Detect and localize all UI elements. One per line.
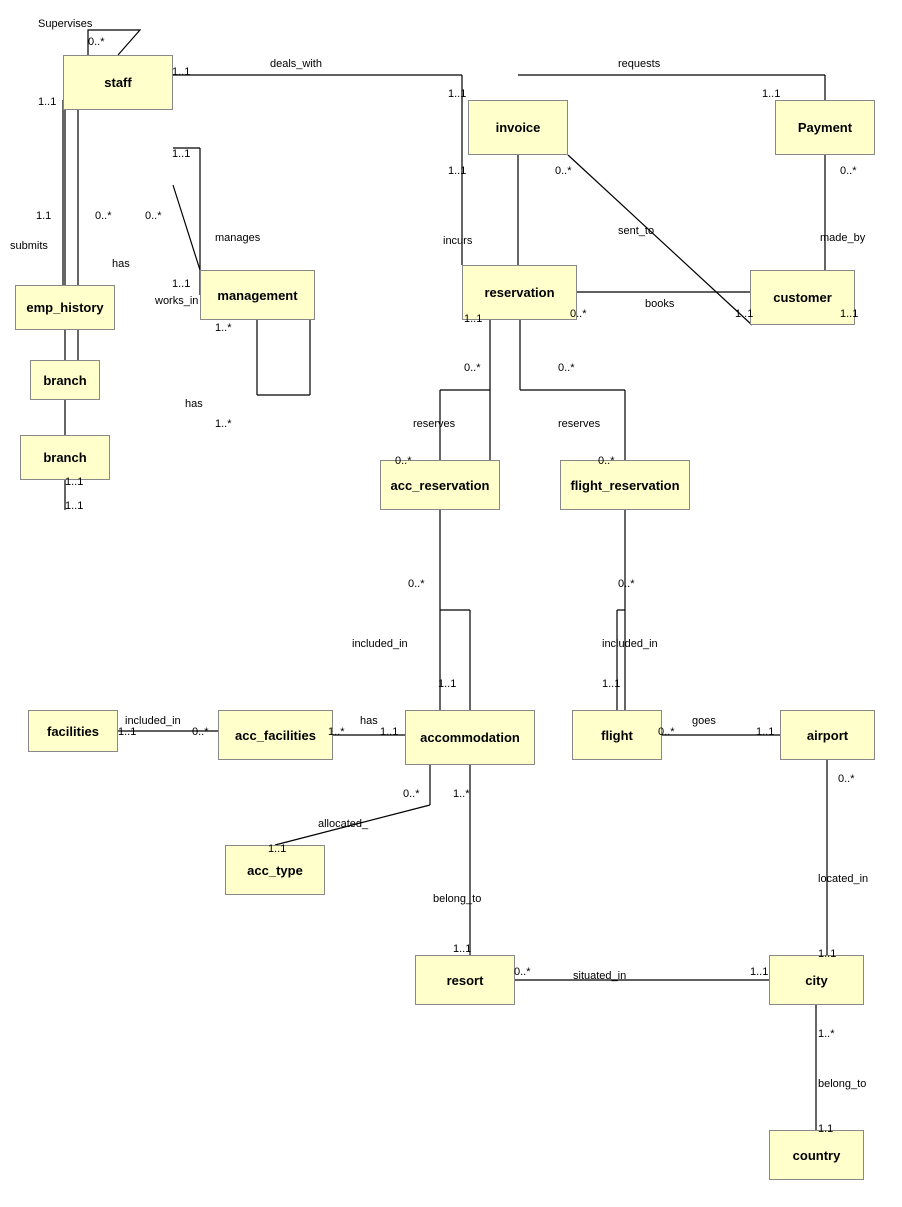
label-1star-country: 1..* [818, 1028, 835, 1040]
entity-acc-reservation: acc_reservation [380, 460, 500, 510]
label-1star-mgmt: 1..* [215, 322, 232, 334]
entity-invoice: invoice [468, 100, 568, 155]
label-works-in: works_in [155, 295, 198, 307]
label-11-country: 1.1 [818, 1123, 833, 1135]
label-manages: manages [215, 232, 260, 244]
label-reserves-acc: reserves [413, 418, 455, 430]
label-located-in: located_in [818, 873, 868, 885]
label-allocated: allocated_ [318, 818, 368, 830]
label-11-facilities: 1..1 [118, 726, 136, 738]
label-goes: goes [692, 715, 716, 727]
label-requests: requests [618, 58, 660, 70]
label-11-city2: 1..1 [818, 948, 836, 960]
label-11-invoice-lower: 1..1 [448, 165, 466, 177]
entity-flight: flight [572, 710, 662, 760]
label-11-customer-right: 1..1 [840, 308, 858, 320]
label-belong-to-acc: belong_to [433, 893, 481, 905]
label-11-staff-right: 1..1 [172, 66, 190, 78]
label-11-staff-left: 1..1 [38, 96, 56, 108]
label-made-by: made_by [820, 232, 865, 244]
label-11-reservation: 1..1 [464, 313, 482, 325]
label-11-city: 1..1 [750, 966, 768, 978]
label-situated-in: situated_in [573, 970, 626, 982]
label-has-acc-fac: has [360, 715, 378, 727]
label-included-in-flight: included_in [602, 638, 658, 650]
label-reserves-flight: reserves [558, 418, 600, 430]
label-incurs: incurs [443, 235, 472, 247]
entity-resort: resort [415, 955, 515, 1005]
label-belong-to-country: belong_to [818, 1078, 866, 1090]
label-1star-mgmt2: 1..* [215, 418, 232, 430]
label-11-customer-left: 1..1 [735, 308, 753, 320]
label-11-acc: 1..1 [438, 678, 456, 690]
label-1star-acc-fac: 1..* [328, 726, 345, 738]
label-11-branch: 1..1 [65, 476, 83, 488]
label-0star-acc-res-lower: 0..* [408, 578, 425, 590]
label-0star-acc2: 0..* [403, 788, 420, 800]
label-included-in-acc: included_in [352, 638, 408, 650]
uml-diagram: staff emp_history branch branch manageme… [0, 0, 902, 1207]
entity-airport: airport [780, 710, 875, 760]
entity-accommodation: accommodation [405, 710, 535, 765]
label-included-in-fac: included_in [125, 715, 181, 727]
entity-flight-reservation: flight_reservation [560, 460, 690, 510]
entity-reservation: reservation [462, 265, 577, 320]
label-1star-acc2: 1..* [453, 788, 470, 800]
label-0star-flight2: 0..* [658, 726, 675, 738]
connection-lines [0, 0, 902, 1207]
label-0star-resort: 0..* [514, 966, 531, 978]
entity-city: city [769, 955, 864, 1005]
label-11-payment: 1..1 [762, 88, 780, 100]
entity-management: management [200, 270, 315, 320]
entity-facilities: facilities [28, 710, 118, 752]
label-supervises: Supervises [38, 18, 92, 30]
entity-country: country [769, 1130, 864, 1180]
label-11-branch-lower: 1..1 [65, 500, 83, 512]
label-sent-to: sent_to [618, 225, 654, 237]
label-0star-branch: 0..* [145, 210, 162, 222]
label-11-staff-emp: 1.1 [36, 210, 51, 222]
label-0star-flight-res-lower: 0..* [618, 578, 635, 590]
label-deals-with: deals_with [270, 58, 322, 70]
label-11-acc-type: 1..1 [268, 843, 286, 855]
label-11-resort: 1..1 [453, 943, 471, 955]
label-has-mgmt: has [185, 398, 203, 410]
label-0star-1: 0..* [88, 36, 105, 48]
label-0star-emp: 0..* [95, 210, 112, 222]
label-0star-airport: 0..* [838, 773, 855, 785]
label-0star-payment: 0..* [840, 165, 857, 177]
label-submits: submits [10, 240, 48, 252]
label-11-mgmt-upper: 1..1 [172, 278, 190, 290]
label-0star-res-lower: 0..* [464, 362, 481, 374]
entity-acc-facilities: acc_facilities [218, 710, 333, 760]
label-0star-acc-res: 0..* [395, 455, 412, 467]
label-11-acc-fac: 1..1 [380, 726, 398, 738]
label-has-staff: has [112, 258, 130, 270]
entity-staff: staff [63, 55, 173, 110]
label-0star-invoice: 0..* [555, 165, 572, 177]
label-0star-flight-res: 0..* [558, 362, 575, 374]
label-0star-fac: 0..* [192, 726, 209, 738]
label-books: books [645, 298, 674, 310]
label-11-staff-lower: 1..1 [172, 148, 190, 160]
label-11-airport: 1..1 [756, 726, 774, 738]
label-0star-flight-res2: 0..* [598, 455, 615, 467]
entity-job: branch [30, 360, 100, 400]
entity-emp-history: emp_history [15, 285, 115, 330]
entity-branch: branch [20, 435, 110, 480]
label-11-invoice: 1..1 [448, 88, 466, 100]
label-0star-reservation: 0..* [570, 308, 587, 320]
entity-payment: Payment [775, 100, 875, 155]
label-11-flight: 1..1 [602, 678, 620, 690]
